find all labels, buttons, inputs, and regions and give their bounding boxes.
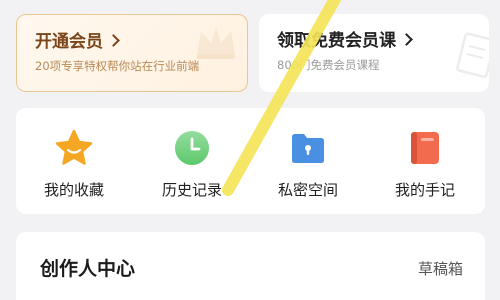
vip-title-text: 开通会员: [35, 32, 103, 52]
notebook-icon: [411, 132, 439, 164]
quick-action-label: 我的手记: [394, 181, 455, 199]
quick-action-label: 历史记录: [161, 181, 222, 199]
free-course-card[interactable]: 领取免费会员课 800门免费会员课程: [259, 14, 489, 92]
quick-action-favorites[interactable]: 我的收藏: [24, 128, 124, 208]
creator-center-panel: 创作人中心 草稿箱: [16, 232, 485, 300]
chevron-right-icon: [400, 33, 413, 46]
chevron-right-icon: [107, 34, 120, 47]
quick-action-label: 私密空间: [277, 181, 338, 199]
quick-action-history[interactable]: 历史记录: [142, 128, 242, 208]
book-decoration-icon: [456, 32, 489, 78]
clock-icon: [175, 131, 209, 165]
quick-action-notes[interactable]: 我的手记: [375, 128, 475, 208]
vip-promo-card[interactable]: 开通会员 20项专享特权帮你站在行业前端: [16, 14, 248, 92]
folder-lock-icon: [292, 134, 324, 163]
quick-action-label: 我的收藏: [43, 181, 104, 199]
star-icon: [55, 129, 93, 165]
quick-actions-panel: 我的收藏 历史记录 私密空间 我的手记: [16, 108, 485, 214]
free-course-title-text: 领取免费会员课: [277, 31, 396, 51]
crown-decoration-icon: [197, 27, 235, 59]
vip-subtitle: 20项专享特权帮你站在行业前端: [35, 59, 200, 73]
quick-action-private-space[interactable]: 私密空间: [258, 128, 358, 208]
creator-center-title: 创作人中心: [40, 258, 136, 280]
drafts-link[interactable]: 草稿箱: [418, 259, 463, 279]
